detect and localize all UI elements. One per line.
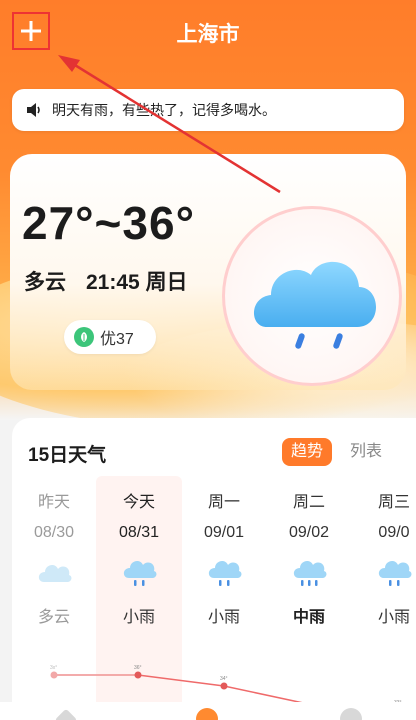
forecast-title: 15日天气 bbox=[28, 445, 107, 466]
day-column[interactable]: 今天 08/31 小雨 bbox=[97, 488, 181, 627]
tab-list[interactable]: 列表 bbox=[350, 438, 382, 466]
temperature-range: 27°~36° bbox=[22, 197, 195, 249]
day-condition: 小雨 bbox=[377, 609, 410, 626]
aqi-badge[interactable]: 优37 bbox=[64, 320, 156, 354]
light-rain-icon bbox=[378, 561, 412, 586]
light-rain-icon bbox=[123, 561, 157, 586]
day-condition: 中雨 bbox=[292, 609, 325, 626]
bottom-navigation bbox=[0, 702, 416, 720]
profile-icon[interactable] bbox=[340, 708, 362, 720]
top-bar: 上海市 bbox=[0, 0, 416, 64]
weather-icon[interactable] bbox=[196, 708, 218, 720]
current-time: 21:45 bbox=[86, 271, 140, 294]
day-column[interactable]: 周二 09/02 中雨 bbox=[267, 488, 351, 627]
day-name: 周三 bbox=[377, 494, 410, 511]
trend-label: 36° bbox=[134, 665, 142, 671]
day-column[interactable]: 周一 09/01 小雨 bbox=[182, 488, 266, 627]
weather-notice[interactable]: 明天有雨，有些热了，记得多喝水。 bbox=[12, 89, 404, 131]
current-weekday: 周日 bbox=[145, 271, 188, 294]
trend-label: 34° bbox=[220, 676, 228, 682]
day-name: 昨天 bbox=[37, 494, 70, 511]
day-date: 09/01 bbox=[203, 524, 245, 541]
trend-label: 3x° bbox=[50, 665, 57, 671]
condition-line: 多云 21:45 周日 bbox=[24, 266, 188, 296]
day-name: 周二 bbox=[292, 494, 325, 511]
current-condition: 多云 bbox=[24, 271, 66, 294]
leaf-icon bbox=[74, 327, 94, 347]
fifteen-day-forecast: 15日天气 趋势 列表 昨天 08/30 多云 今天 08/31 小雨 周一 0… bbox=[12, 418, 416, 720]
moderate-rain-icon bbox=[293, 561, 327, 586]
day-name: 今天 bbox=[122, 494, 155, 511]
day-date: 09/0 bbox=[378, 524, 410, 541]
day-condition: 小雨 bbox=[207, 609, 240, 626]
day-column[interactable]: 周三 09/0 小雨 bbox=[352, 488, 416, 627]
day-date: 08/30 bbox=[33, 524, 75, 541]
current-weather-card[interactable]: 27°~36° 多云 21:45 周日 优37 bbox=[10, 154, 406, 390]
city-title[interactable]: 上海市 bbox=[0, 18, 416, 48]
cloudy-icon bbox=[38, 565, 72, 582]
speaker-icon bbox=[27, 103, 40, 117]
aqi-value: 优37 bbox=[100, 331, 134, 348]
day-column[interactable]: 昨天 08/30 多云 bbox=[12, 488, 96, 627]
tab-trend[interactable]: 趋势 bbox=[282, 438, 332, 466]
day-date: 09/02 bbox=[288, 524, 330, 541]
home-icon[interactable] bbox=[54, 708, 78, 720]
day-condition: 多云 bbox=[37, 609, 70, 626]
notice-text: 明天有雨，有些热了，记得多喝水。 bbox=[52, 102, 276, 118]
day-name: 周一 bbox=[207, 494, 240, 511]
day-date: 08/31 bbox=[118, 524, 160, 541]
day-condition: 小雨 bbox=[122, 609, 155, 626]
light-rain-icon bbox=[208, 561, 242, 586]
rain-cloud-icon bbox=[222, 206, 402, 386]
